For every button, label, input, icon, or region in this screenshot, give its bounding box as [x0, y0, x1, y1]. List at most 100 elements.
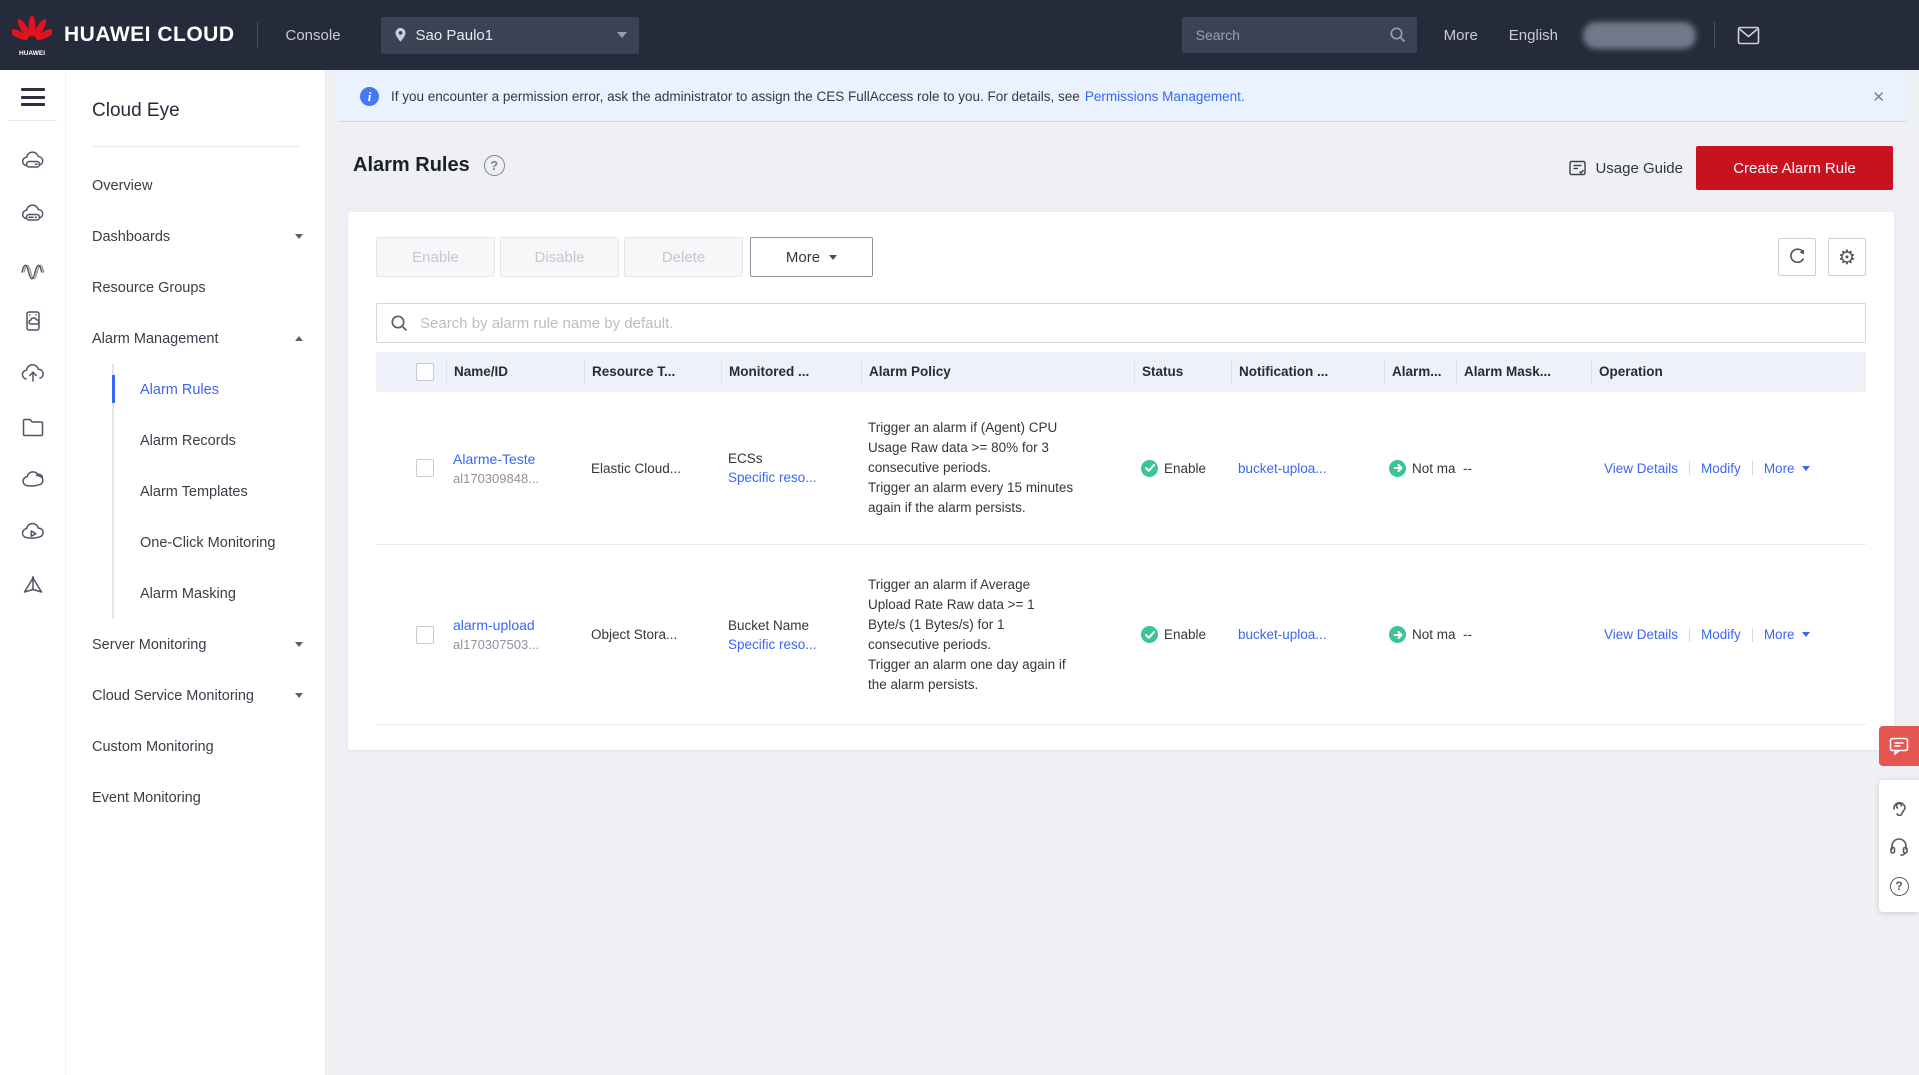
permissions-management-link[interactable]: Permissions Management.: [1085, 89, 1245, 104]
main-content: i If you encounter a permission error, a…: [326, 70, 1919, 1075]
server-disk-icon[interactable]: [20, 308, 46, 334]
operation-divider: [1752, 461, 1753, 475]
console-link[interactable]: Console: [286, 27, 341, 44]
hamburger-menu-icon[interactable]: [21, 88, 45, 106]
refresh-icon: [1787, 247, 1807, 267]
top-bar-left: HUAWEI HUAWEI CLOUD Console Sao Paulo1: [0, 13, 639, 57]
huawei-logo[interactable]: HUAWEI: [12, 13, 52, 57]
cloud-host-icon[interactable]: [20, 202, 46, 228]
top-bar-right: More English: [1182, 0, 1760, 70]
sidebar-item-custom-monitoring[interactable]: Custom Monitoring: [66, 721, 325, 772]
service-title: Cloud Eye: [66, 70, 325, 122]
global-search-input[interactable]: [1196, 27, 1389, 43]
row-more-link[interactable]: More: [1764, 461, 1795, 476]
account-name-blurred[interactable]: [1583, 22, 1696, 49]
guide-book-icon: [1568, 159, 1587, 178]
view-details-link[interactable]: View Details: [1604, 461, 1678, 476]
resource-type-cell: Object Stora...: [584, 627, 721, 642]
sidebar-item-alarm-masking[interactable]: Alarm Masking: [112, 568, 325, 619]
table-search-bar[interactable]: [376, 303, 1866, 343]
sidebar-item-alarm-records[interactable]: Alarm Records: [112, 415, 325, 466]
disable-button[interactable]: Disable: [500, 237, 619, 277]
select-all-checkbox[interactable]: [416, 363, 434, 381]
operation-divider: [1689, 628, 1690, 642]
alarm-name-link[interactable]: alarm-upload: [453, 617, 584, 633]
cloud-icon[interactable]: [20, 467, 46, 493]
more-actions-button[interactable]: More: [750, 237, 873, 277]
table-row: Alarme-Teste al170309848... Elastic Clou…: [376, 392, 1866, 545]
col-name-id: Name/ID: [446, 360, 584, 384]
close-icon[interactable]: ✕: [1872, 88, 1885, 106]
pyramid-icon[interactable]: [20, 573, 46, 599]
alarm-action-cell: Not ma: [1384, 460, 1456, 477]
alarm-name-link[interactable]: Alarme-Teste: [453, 451, 584, 467]
chevron-down-icon: [295, 234, 303, 239]
specific-resources-link[interactable]: Specific reso...: [728, 470, 861, 485]
col-status: Status: [1134, 360, 1231, 384]
messages-icon[interactable]: [1737, 26, 1760, 45]
huawei-cloud-console: HUAWEI HUAWEI CLOUD Console Sao Paulo1: [0, 0, 1919, 1075]
alarm-id: al170309848...: [453, 471, 584, 486]
sidebar-item-one-click-monitoring[interactable]: One-Click Monitoring: [112, 517, 325, 568]
monitor-waves-icon[interactable]: [20, 255, 46, 281]
sidebar-item-alarm-templates[interactable]: Alarm Templates: [112, 466, 325, 517]
sidebar-item-dashboards[interactable]: Dashboards: [66, 211, 325, 262]
region-selector[interactable]: Sao Paulo1: [381, 17, 639, 54]
notification-cell: bucket-uploa...: [1231, 627, 1384, 642]
row-checkbox[interactable]: [416, 626, 434, 644]
rail-divider: [8, 120, 57, 121]
modify-link[interactable]: Modify: [1701, 627, 1741, 642]
table-header-row: Name/ID Resource T... Monitored ... Alar…: [376, 352, 1866, 392]
cloud-play-icon[interactable]: [20, 520, 46, 546]
feedback-button[interactable]: [1879, 726, 1919, 766]
alarm-masking-cell: --: [1456, 627, 1591, 642]
location-pin-icon: [393, 26, 408, 44]
delete-button[interactable]: Delete: [624, 237, 743, 277]
sidebar-item-server-monitoring[interactable]: Server Monitoring: [66, 619, 325, 670]
notification-object-link[interactable]: bucket-uploa...: [1238, 627, 1327, 642]
row-checkbox[interactable]: [416, 459, 434, 477]
usage-guide-button[interactable]: Usage Guide: [1568, 159, 1683, 178]
sidebar-item-overview[interactable]: Overview: [66, 160, 325, 211]
alarm-masking-cell: --: [1456, 461, 1591, 476]
chevron-down-icon: [1802, 466, 1810, 471]
specific-resources-link[interactable]: Specific reso...: [728, 637, 861, 652]
status-enabled-icon: [1141, 460, 1158, 477]
operation-divider: [1752, 628, 1753, 642]
support-button[interactable]: [1879, 826, 1919, 866]
settings-button[interactable]: ⚙: [1828, 238, 1866, 276]
page-header-actions: Usage Guide Create Alarm Rule: [1568, 146, 1893, 190]
refresh-button[interactable]: [1778, 238, 1816, 276]
sidebar-item-event-monitoring[interactable]: Event Monitoring: [66, 772, 325, 823]
action-arrow-icon: [1389, 460, 1406, 477]
status-cell: Enable: [1134, 626, 1231, 643]
name-id-cell: alarm-upload al170307503...: [446, 617, 584, 652]
create-alarm-rule-button[interactable]: Create Alarm Rule: [1696, 146, 1893, 190]
alarm-policy-cell: Trigger an alarm if (Agent) CPU Usage Ra…: [861, 418, 1134, 518]
help-icon[interactable]: ?: [484, 155, 505, 176]
sidebar-item-cloud-service-monitoring[interactable]: Cloud Service Monitoring: [66, 670, 325, 721]
view-details-link[interactable]: View Details: [1604, 627, 1678, 642]
select-all-cell: [376, 360, 446, 384]
sidebar-item-alarm-rules[interactable]: Alarm Rules: [112, 364, 325, 415]
table-toolbar: Enable Disable Delete More: [376, 237, 873, 277]
folder-icon[interactable]: [20, 414, 46, 440]
notification-object-link[interactable]: bucket-uploa...: [1238, 461, 1327, 476]
cloud-upload-icon[interactable]: [20, 361, 46, 387]
row-select-cell: [376, 626, 446, 644]
name-id-cell: Alarme-Teste al170309848...: [446, 451, 584, 486]
global-search[interactable]: [1182, 17, 1417, 53]
cloud-server-icon[interactable]: [20, 149, 46, 175]
notification-cell: bucket-uploa...: [1231, 461, 1384, 476]
modify-link[interactable]: Modify: [1701, 461, 1741, 476]
row-more-link[interactable]: More: [1764, 627, 1795, 642]
search-icon[interactable]: [1389, 26, 1407, 44]
alarm-rule-search-input[interactable]: [420, 315, 1852, 332]
help-button[interactable]: ?: [1879, 866, 1919, 906]
language-selector[interactable]: English: [1509, 27, 1558, 44]
enable-button[interactable]: Enable: [376, 237, 495, 277]
voice-assist-button[interactable]: [1879, 786, 1919, 826]
more-menu[interactable]: More: [1444, 27, 1478, 44]
sidebar-item-alarm-management[interactable]: Alarm Management: [66, 313, 325, 364]
sidebar-item-resource-groups[interactable]: Resource Groups: [66, 262, 325, 313]
